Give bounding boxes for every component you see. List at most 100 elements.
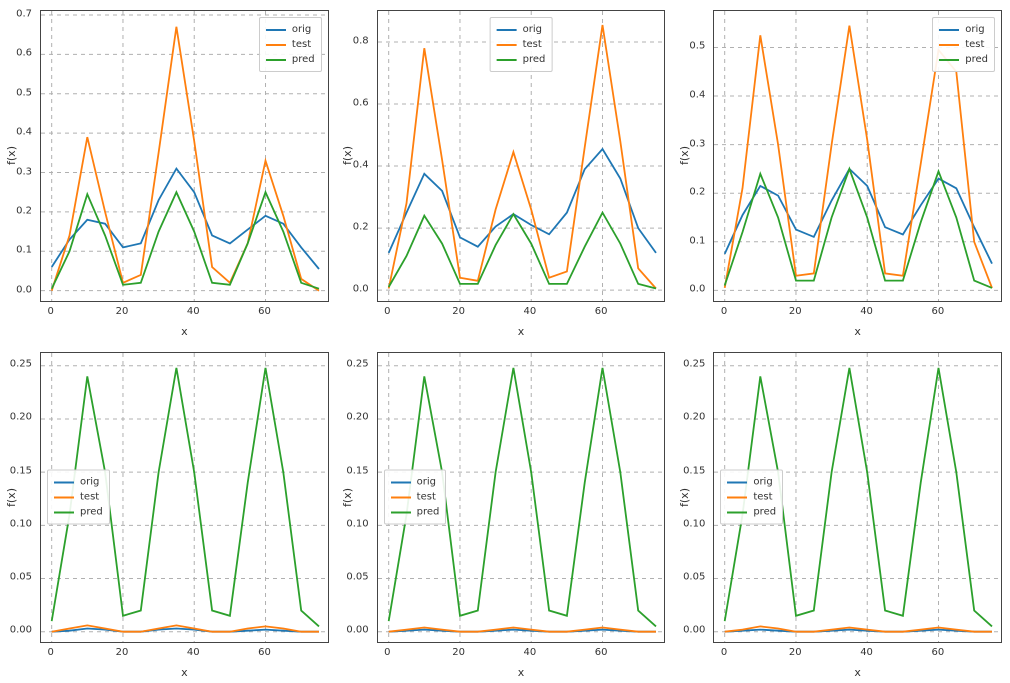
legend: origtestpred <box>259 17 322 72</box>
legend-swatch-orig <box>939 29 959 31</box>
legend-entry-test: test <box>266 37 315 52</box>
legend-swatch-orig <box>54 481 74 483</box>
legend-entry-test: test <box>54 490 103 505</box>
subplot-r0c1: origtestpred02040600.00.20.40.60.8xf(x) <box>337 0 674 342</box>
y-axis-label: f(x) <box>341 352 355 644</box>
legend-label: test <box>753 490 772 505</box>
y-tick-label: 0.6 <box>16 48 32 59</box>
x-tick-label: 20 <box>452 306 465 317</box>
x-tick-labels: 0204060 <box>40 647 329 661</box>
legend-entry-test: test <box>727 490 776 505</box>
y-tick-label: 0.2 <box>689 187 705 198</box>
y-tick-label: 0.1 <box>689 235 705 246</box>
subplot-r0c0: origtestpred02040600.00.10.20.30.40.50.6… <box>0 0 337 342</box>
legend-label: orig <box>523 22 542 37</box>
x-axis-label: x <box>40 666 329 679</box>
legend-label: orig <box>965 22 984 37</box>
legend-swatch-test <box>497 44 517 46</box>
series-line-orig <box>52 169 319 269</box>
series-line-orig <box>52 628 319 631</box>
legend-entry-pred: pred <box>497 52 546 67</box>
plot-area: origtestpred <box>40 352 329 644</box>
legend-entry-test: test <box>497 37 546 52</box>
y-tick-label: 0.7 <box>16 8 32 19</box>
x-tick-label: 0 <box>721 647 727 658</box>
legend-swatch-orig <box>727 481 747 483</box>
subplot-r1c1: origtestpred02040600.000.050.100.150.200… <box>337 342 674 683</box>
x-axis-label: x <box>713 325 1002 338</box>
plot-area: origtestpred <box>713 352 1002 644</box>
legend-label: pred <box>80 505 103 520</box>
x-tick-label: 40 <box>524 306 537 317</box>
x-tick-labels: 0204060 <box>40 306 329 320</box>
y-axis-label: f(x) <box>677 352 691 644</box>
legend-label: orig <box>292 22 311 37</box>
x-tick-labels: 0204060 <box>377 647 666 661</box>
legend: origtestpred <box>490 17 553 72</box>
legend-swatch-test <box>54 496 74 498</box>
legend-swatch-test <box>939 44 959 46</box>
legend-swatch-test <box>391 496 411 498</box>
legend-entry-orig: orig <box>939 22 988 37</box>
x-tick-label: 20 <box>116 647 129 658</box>
x-tick-label: 0 <box>48 647 54 658</box>
x-axis-label: x <box>377 666 666 679</box>
x-tick-label: 40 <box>187 647 200 658</box>
y-tick-label: 0.2 <box>16 205 32 216</box>
legend-swatch-orig <box>497 29 517 31</box>
y-tick-label: 0.4 <box>353 160 369 171</box>
y-tick-label: 0.0 <box>689 284 705 295</box>
y-tick-label: 0.5 <box>16 87 32 98</box>
plot-area: origtestpred <box>713 10 1002 302</box>
y-tick-label: 0.4 <box>16 127 32 138</box>
x-tick-label: 0 <box>384 306 390 317</box>
legend-label: pred <box>417 505 440 520</box>
x-tick-label: 0 <box>721 306 727 317</box>
x-tick-label: 20 <box>789 647 802 658</box>
subplot-r1c0: origtestpred02040600.000.050.100.150.200… <box>0 342 337 683</box>
legend-label: test <box>523 37 542 52</box>
legend-label: orig <box>753 475 772 490</box>
legend-swatch-test <box>266 44 286 46</box>
x-tick-label: 40 <box>524 647 537 658</box>
legend-label: orig <box>417 475 436 490</box>
legend: origtestpred <box>932 17 995 72</box>
legend-swatch-pred <box>54 511 74 513</box>
legend-label: test <box>417 490 436 505</box>
legend: origtestpred <box>720 470 783 525</box>
x-tick-label: 60 <box>931 306 944 317</box>
y-tick-label: 0.5 <box>689 41 705 52</box>
y-tick-label: 0.2 <box>353 222 369 233</box>
subplot-r0c2: origtestpred02040600.00.10.20.30.40.5xf(… <box>673 0 1010 342</box>
series-line-pred <box>52 192 319 289</box>
legend-swatch-pred <box>391 511 411 513</box>
legend-label: pred <box>753 505 776 520</box>
legend-entry-test: test <box>391 490 440 505</box>
legend-label: test <box>80 490 99 505</box>
legend-entry-pred: pred <box>939 52 988 67</box>
legend-entry-test: test <box>939 37 988 52</box>
legend-entry-orig: orig <box>727 475 776 490</box>
y-tick-label: 0.3 <box>16 166 32 177</box>
y-axis-label: f(x) <box>341 10 355 302</box>
plot-area: origtestpred <box>377 352 666 644</box>
x-tick-label: 0 <box>384 647 390 658</box>
legend-entry-pred: pred <box>391 505 440 520</box>
legend-label: test <box>292 37 311 52</box>
legend-swatch-orig <box>266 29 286 31</box>
y-tick-label: 0.3 <box>689 138 705 149</box>
y-axis-label: f(x) <box>677 10 691 302</box>
x-tick-label: 60 <box>258 306 271 317</box>
legend-entry-orig: orig <box>497 22 546 37</box>
series-line-pred <box>388 213 655 289</box>
legend-swatch-pred <box>939 59 959 61</box>
legend-label: test <box>965 37 984 52</box>
x-tick-label: 20 <box>789 306 802 317</box>
figure: origtestpred02040600.00.10.20.30.40.50.6… <box>0 0 1010 683</box>
legend-label: pred <box>965 52 988 67</box>
x-axis-label: x <box>713 666 1002 679</box>
y-tick-label: 0.6 <box>353 98 369 109</box>
legend-swatch-test <box>727 496 747 498</box>
x-tick-label: 20 <box>116 306 129 317</box>
legend-entry-pred: pred <box>54 505 103 520</box>
